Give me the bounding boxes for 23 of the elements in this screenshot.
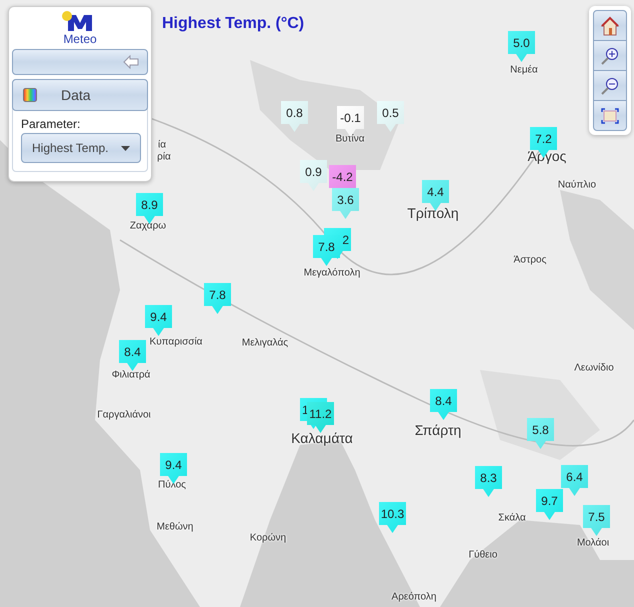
place-label: Σπάρτη (414, 422, 462, 438)
place-label: Άστρος (514, 254, 546, 266)
place-label: Γύθειο (468, 550, 498, 560)
place-label: Ναύπλιο (558, 180, 596, 190)
place-label: Κυπαρισσία (150, 336, 202, 348)
place-label: Λεωνίδιο (574, 362, 614, 374)
place-label: ρία (157, 152, 171, 162)
data-button-label: Data (61, 87, 91, 103)
parameter-label: Parameter: (21, 117, 82, 131)
place-label: Αρεόπολη (392, 592, 436, 602)
place-label: Μολάοι (576, 538, 610, 548)
map-title: Highest Temp. (°C) (162, 15, 304, 33)
place-label: Μεθώνη (156, 522, 194, 532)
logo-text: Meteo (63, 33, 97, 45)
place-label: Γαργαλιάνοι (97, 410, 151, 420)
place-label: ία (158, 140, 166, 150)
place-label: Μελιγαλάς (242, 338, 288, 348)
place-label: Νεμέα (510, 64, 538, 76)
place-label: Καλαμάτα (291, 430, 353, 446)
place-label: Μεγαλόπολη (304, 268, 360, 278)
place-label: Φιλιατρά (112, 370, 150, 380)
place-label: Σκάλα (498, 512, 526, 524)
place-label: Κορώνη (250, 532, 286, 544)
